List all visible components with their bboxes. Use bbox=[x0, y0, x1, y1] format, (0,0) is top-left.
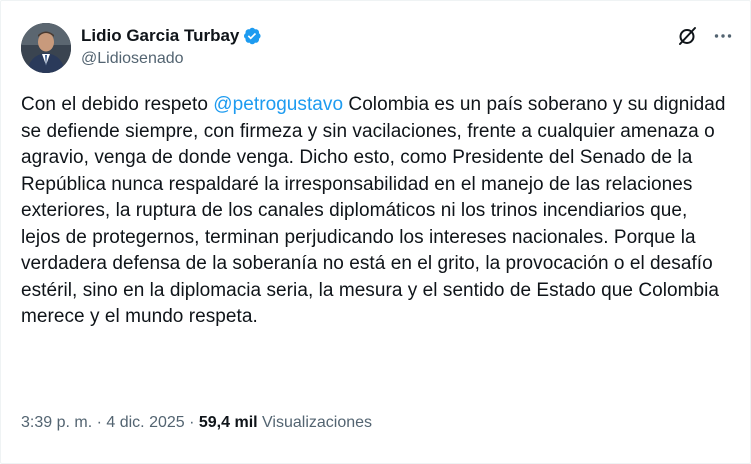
header-actions bbox=[676, 25, 734, 47]
tweet-time: 3:39 p. m. bbox=[21, 414, 93, 431]
tweet-time-link[interactable]: 3:39 p. m. · 4 dic. 2025 bbox=[21, 414, 185, 431]
avatar[interactable] bbox=[21, 23, 71, 73]
tweet-text-part-1: Con el debido respeto bbox=[21, 94, 214, 115]
tweet-header: Lidio Garcia Turbay @Lidiosenado bbox=[21, 21, 734, 75]
meta-separator: · bbox=[184, 414, 199, 431]
tweet-date: 4 dic. 2025 bbox=[106, 414, 185, 431]
author-handle[interactable]: @Lidiosenado bbox=[81, 50, 262, 68]
verified-badge-icon bbox=[242, 26, 262, 46]
avatar-image bbox=[21, 23, 71, 73]
views-count[interactable]: 59,4 mil bbox=[199, 414, 258, 431]
views-label: Visualizaciones bbox=[257, 414, 373, 431]
grok-icon[interactable] bbox=[676, 25, 698, 47]
tweet-text-part-2: Colombia es un país soberano y su dignid… bbox=[21, 94, 726, 327]
tweet-meta: 3:39 p. m. · 4 dic. 2025 · 59,4 mil Visu… bbox=[21, 414, 372, 432]
tweet-text: Con el debido respeto @petrogustavo Colo… bbox=[21, 92, 731, 331]
author-block: Lidio Garcia Turbay @Lidiosenado bbox=[81, 25, 262, 68]
tweet-card: Lidio Garcia Turbay @Lidiosenado Con el … bbox=[0, 0, 751, 464]
mention-link[interactable]: @petrogustavo bbox=[213, 94, 343, 115]
meta-separator: · bbox=[92, 414, 107, 431]
more-options-icon[interactable] bbox=[712, 25, 734, 47]
author-display-name[interactable]: Lidio Garcia Turbay bbox=[81, 26, 239, 46]
